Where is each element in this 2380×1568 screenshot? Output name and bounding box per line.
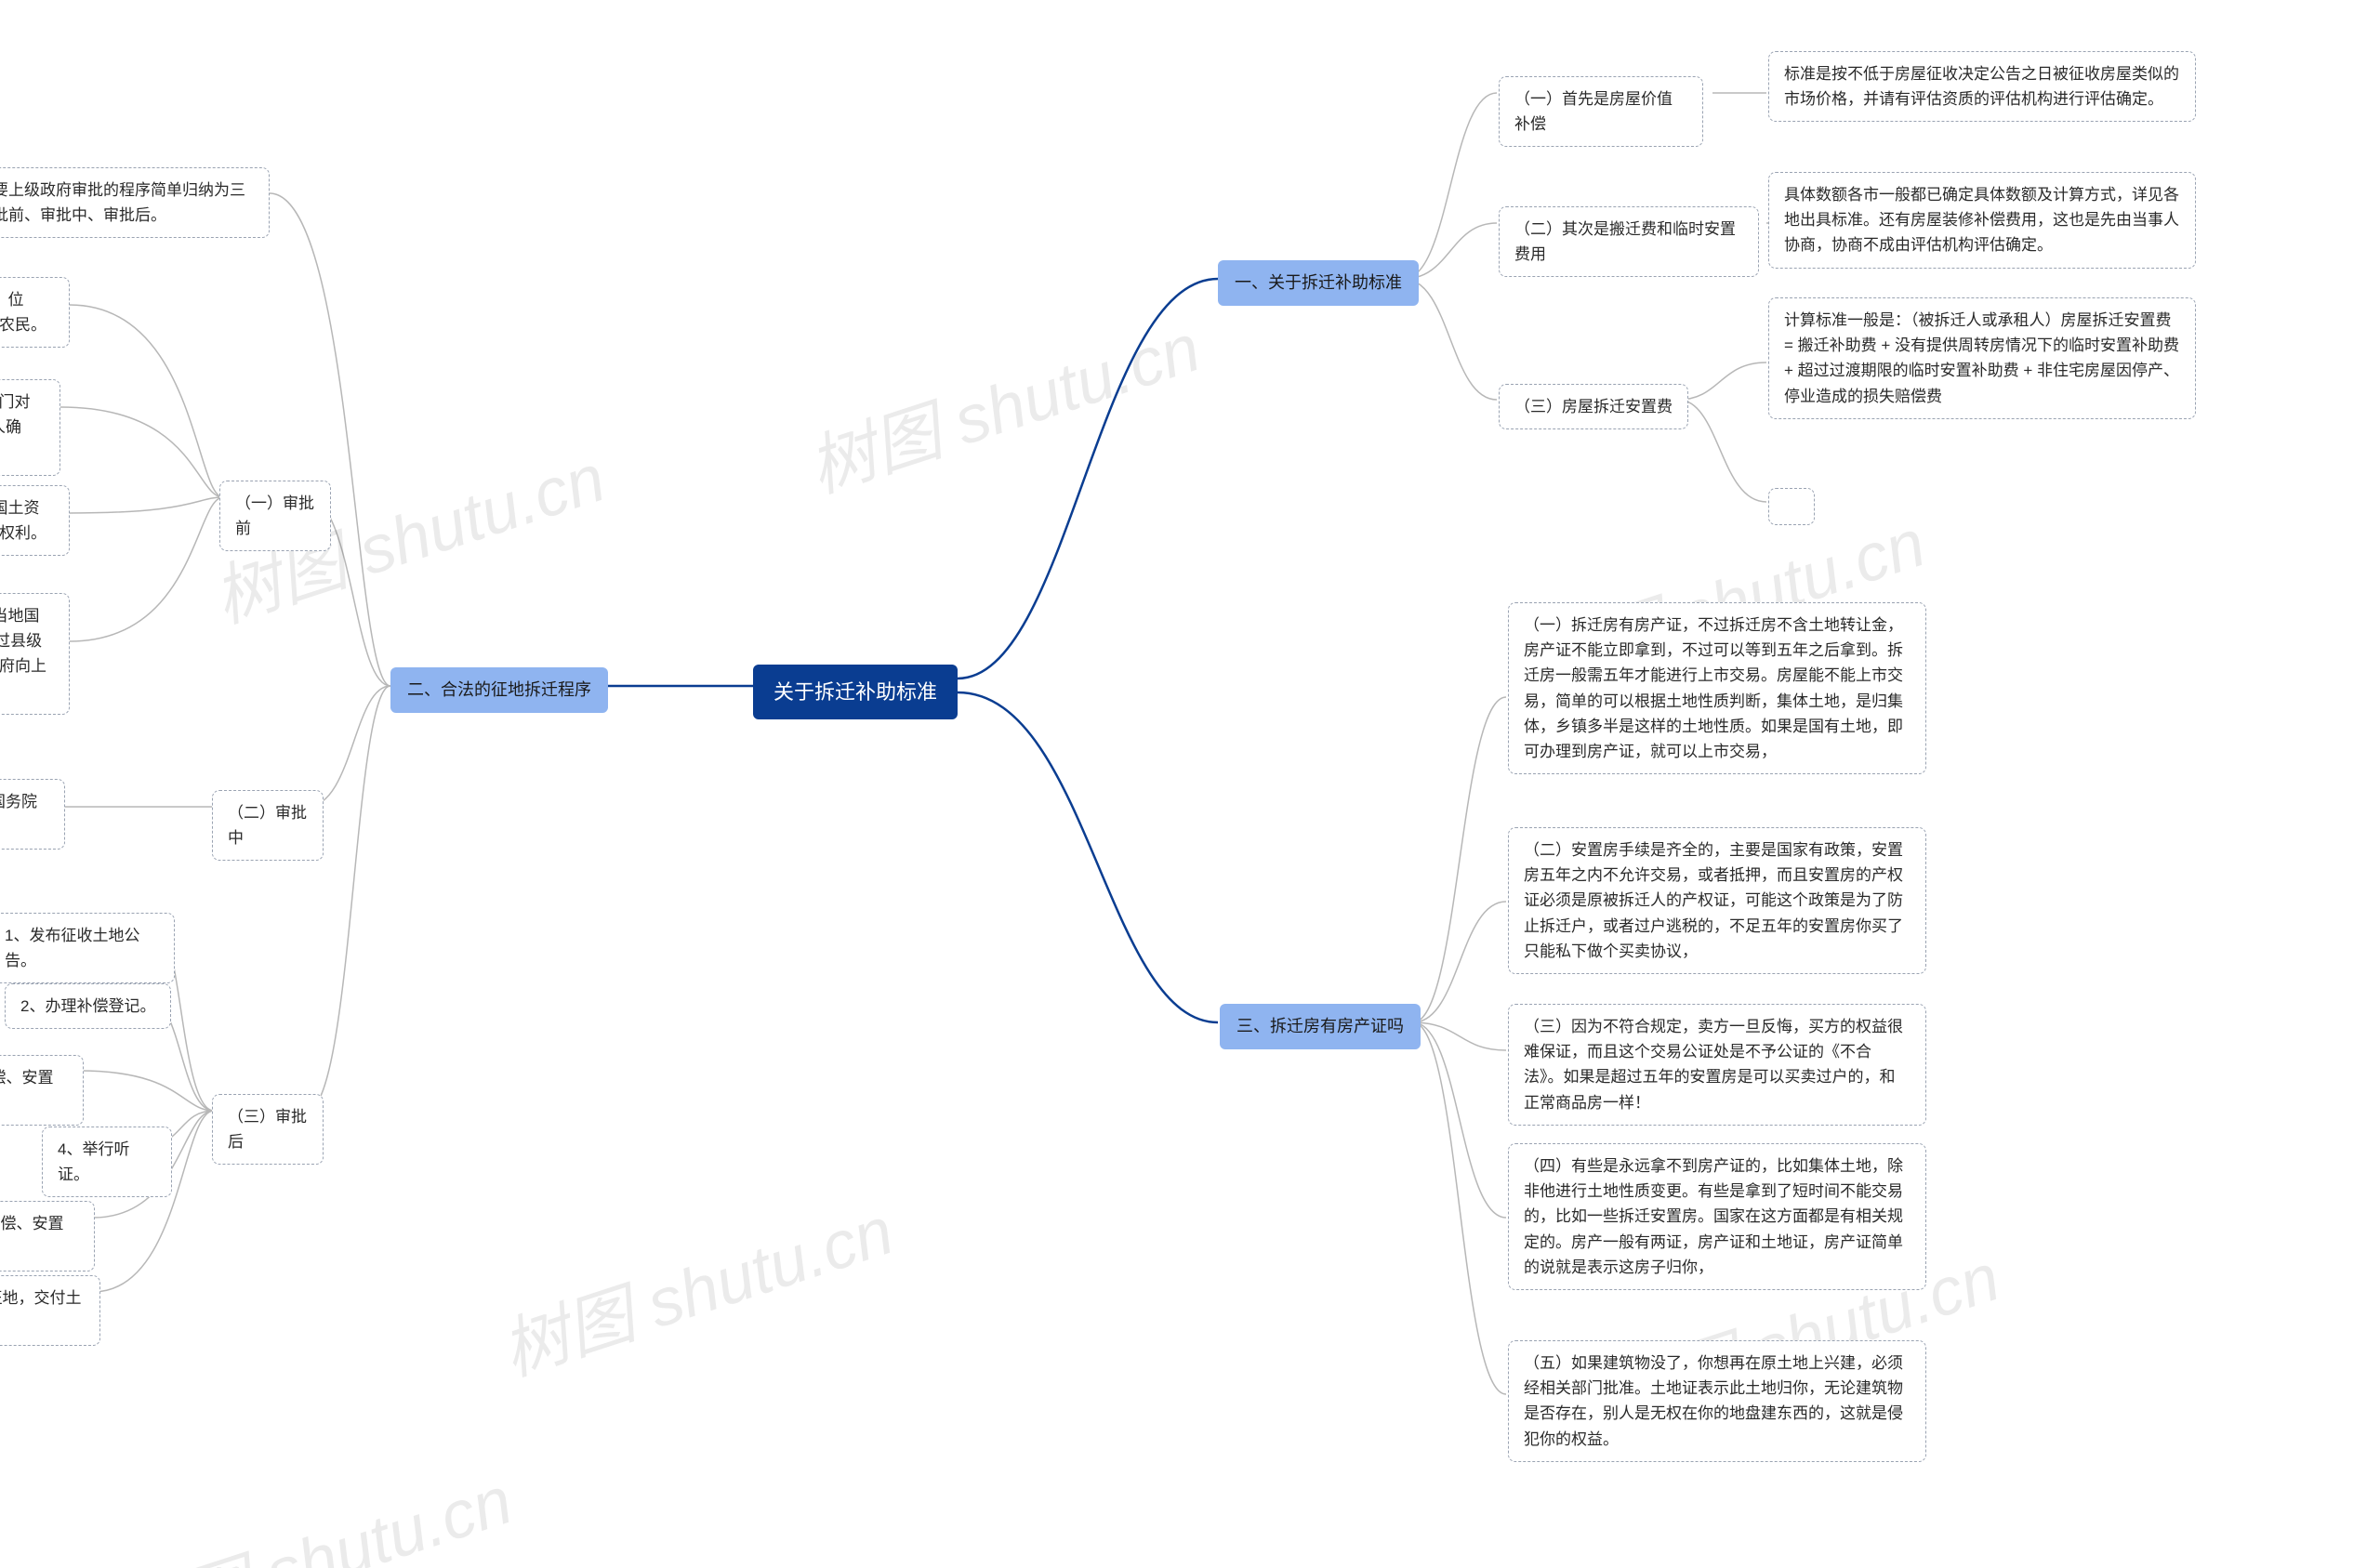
b2-3-i2[interactable]: 2、办理补偿登记。: [5, 983, 171, 1029]
b2-3-i1[interactable]: 1、发布征收土地公告。: [0, 913, 175, 983]
b2-1-i3[interactable]: 3、征询意见，组织征地听证。当地国土资源部门应告知被征收人有申请听证的权利。: [0, 485, 70, 556]
b1-3-title[interactable]: （三）房屋拆迁安置费: [1499, 384, 1688, 429]
b3-i4[interactable]: （四）有些是永远拿不到房产证的，比如集体土地，除非他进行土地性质变更。有些是拿到…: [1508, 1143, 1926, 1290]
b2-intro[interactable]: 首先根据需要上级政府审批的程序简单归纳为三个阶段：审批前、审批中、审批后。: [0, 167, 270, 238]
b2-3-i6[interactable]: 6、实施征地，交付土地。: [0, 1275, 100, 1346]
b2-2-title[interactable]: （二）审批中: [212, 790, 324, 861]
b1-3-detail[interactable]: 计算标准一般是：（被拆迁人或承租人）房屋拆迁安置费 = 搬迁补助费 + 没有提供…: [1768, 297, 2196, 419]
b1-1-detail[interactable]: 标准是按不低于房屋征收决定公告之日被征收房屋类似的市场价格，并请有评估资质的评估…: [1768, 51, 2196, 122]
root-node[interactable]: 关于拆迁补助标准: [753, 665, 958, 719]
watermark: 树图 shutu.cn: [794, 293, 1210, 511]
branch-2[interactable]: 二、合法的征地拆迁程序: [390, 667, 608, 713]
b2-2-detail[interactable]: 法律明确规定，征收土地的，应当由国务院和省级人民政府进行审核。: [0, 779, 65, 850]
b3-i5[interactable]: （五）如果建筑物没了，你想再在原土地上兴建，必须经相关部门批准。土地证表示此土地…: [1508, 1340, 1926, 1462]
b2-3-i4[interactable]: 4、举行听证。: [42, 1127, 172, 1197]
b2-3-title[interactable]: （三）审批后: [212, 1094, 324, 1165]
watermark: 树图 shutu.cn: [106, 1445, 522, 1568]
b2-1-i2[interactable]: 2、现状调查及确认。当地国土资源部门对拟征土地现状的调查结果须经被征收人确认。: [0, 379, 60, 476]
b2-1-i4[interactable]: 4、征地材料的组织、审核及上报。当地国土资源部门依法拟定"一书四方案"经过县级人…: [0, 593, 70, 715]
b2-1-title[interactable]: （一）审批前: [219, 481, 331, 551]
branch-1[interactable]: 一、关于拆迁补助标准: [1218, 260, 1419, 306]
b3-i2[interactable]: （二）安置房手续是齐全的，主要是国家有政策，安置房五年之内不允许交易，或者抵押，…: [1508, 827, 1926, 974]
watermark: 树图 shutu.cn: [487, 1176, 903, 1394]
b2-1-i1[interactable]: 1、发布征地告知。将拟征地的用途、位置、补偿标准、安置途径告知被征地农民。: [0, 277, 70, 348]
b1-3-empty: [1768, 488, 1815, 525]
b1-2-detail[interactable]: 具体数额各市一般都已确定具体数额及计算方式，详见各地出具标准。还有房屋装修补偿费…: [1768, 172, 2196, 269]
b2-3-i3[interactable]: 3、拟定和公布征地补偿、安置方案。: [0, 1055, 84, 1126]
b3-i3[interactable]: （三）因为不符合规定，卖方一旦反悔，买方的权益很难保证，而且这个交易公证处是不予…: [1508, 1004, 1926, 1126]
b1-2-title[interactable]: （二）其次是搬迁费和临时安置费用: [1499, 206, 1759, 277]
b2-3-i5[interactable]: 5、批准征地补偿、安置方案。: [0, 1201, 95, 1272]
branch-3[interactable]: 三、拆迁房有房产证吗: [1220, 1004, 1421, 1049]
b3-i1[interactable]: （一）拆迁房有房产证，不过拆迁房不含土地转让金，房产证不能立即拿到，不过可以等到…: [1508, 602, 1926, 774]
b1-1-title[interactable]: （一）首先是房屋价值补偿: [1499, 76, 1703, 147]
